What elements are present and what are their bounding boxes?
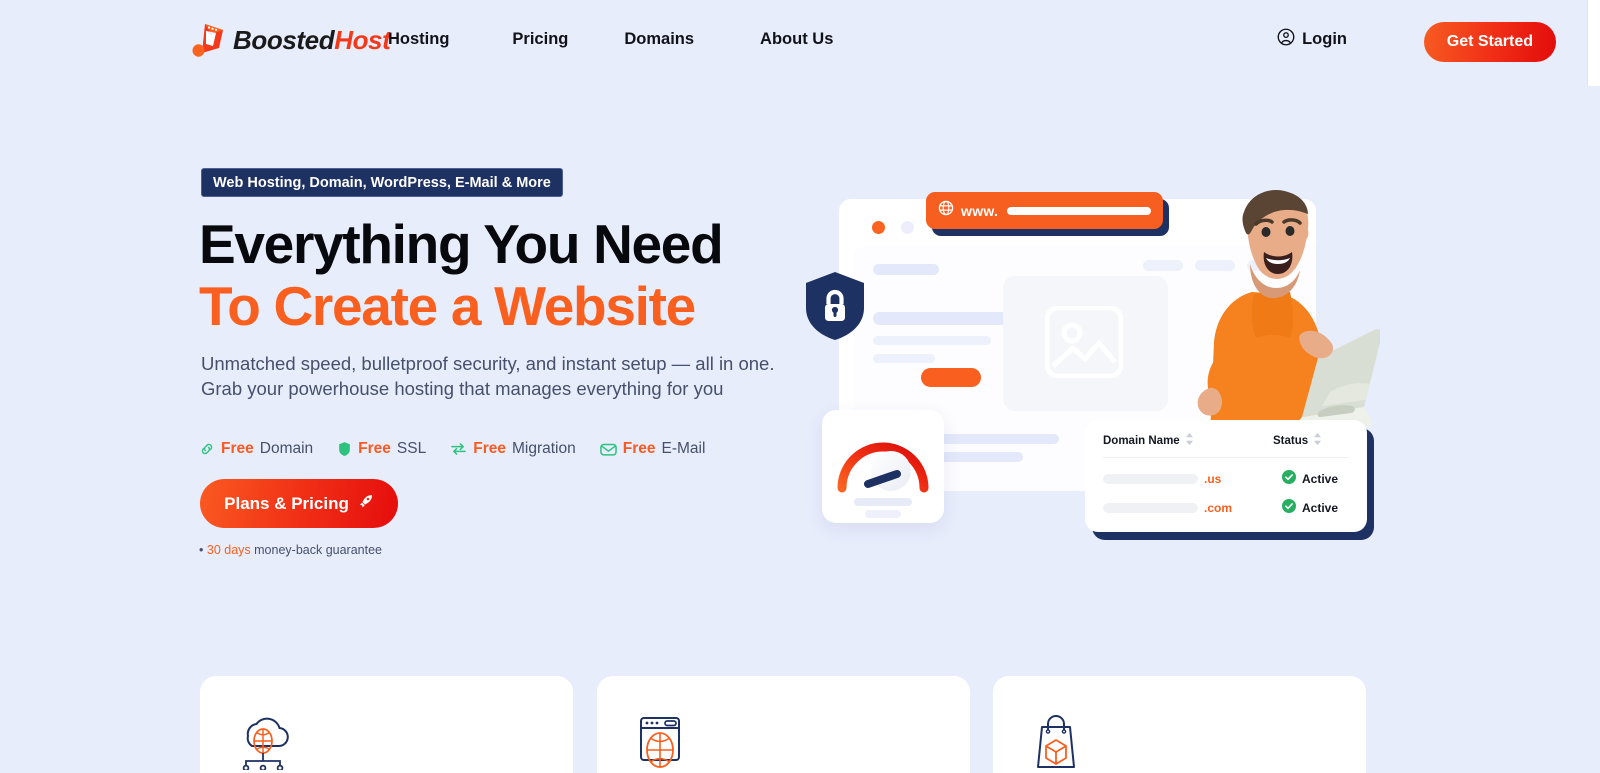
page-title-line2: To Create a Website [199, 275, 696, 338]
url-input-placeholder-bar [1007, 206, 1151, 215]
cloud-hosting-icon [232, 717, 294, 773]
freebie-ssl-label: SSL [396, 440, 427, 457]
shield-icon [337, 441, 352, 457]
plans-and-pricing-label: Plans & Pricing [224, 493, 349, 513]
scrollbar-track[interactable] [1587, 0, 1600, 773]
browser-globe-icon [629, 717, 691, 773]
logo[interactable]: BoostedHost [192, 22, 391, 58]
freebie-email: Free E-Mail [599, 440, 706, 458]
check-circle-icon [1282, 470, 1296, 487]
freebie-domain: Free Domain [199, 440, 313, 458]
user-circle-icon [1277, 28, 1295, 51]
column-header-domain-name[interactable]: Domain Name [1103, 433, 1221, 448]
domain-name-placeholder-bar [1103, 473, 1198, 484]
freebie-migration: Free Migration [450, 440, 576, 458]
status-label: Active [1302, 471, 1339, 486]
freebie-ssl: Free SSL [337, 440, 426, 458]
guarantee-days: 30 days [206, 543, 251, 557]
login-button[interactable]: Login [1277, 28, 1347, 51]
freebie-migration-label: Migration [511, 440, 576, 457]
hero-badge: Web Hosting, Domain, WordPress, E-Mail &… [201, 168, 563, 197]
nav-item-about-us[interactable]: About Us [760, 30, 833, 49]
freebie-email-label: E-Mail [661, 440, 706, 457]
url-prefix: www. [961, 202, 999, 219]
column-header-status[interactable]: Status [1273, 433, 1322, 448]
rocket-logo-icon [192, 22, 226, 58]
guarantee-text: money-back guarantee [254, 543, 382, 557]
column-header-domain-name-label: Domain Name [1103, 434, 1180, 447]
nav-item-domains[interactable]: Domains [624, 30, 694, 49]
plans-and-pricing-button[interactable]: Plans & Pricing [200, 479, 398, 528]
feature-card-hosting[interactable] [200, 676, 573, 773]
feature-card-domains[interactable] [597, 676, 970, 773]
shopping-bag-icon [1025, 715, 1087, 773]
logo-text: BoostedHost [233, 24, 391, 56]
domain-name-placeholder-bar [1103, 502, 1198, 513]
domain-tld: .us [1204, 471, 1222, 486]
guarantee-bullet: • [199, 543, 204, 557]
table-row: .us Active [1103, 470, 1349, 487]
window-dot-minimize [901, 221, 914, 234]
site-header: BoostedHost Hosting Pricing Domains Abou… [0, 0, 1586, 82]
freebie-email-free: Free [622, 440, 656, 457]
column-header-status-label: Status [1273, 434, 1309, 447]
freebie-domain-free: Free [221, 440, 254, 457]
status-badge: Active [1282, 470, 1338, 487]
feature-cards-row [0, 676, 1586, 773]
envelope-icon [599, 442, 617, 457]
freebie-domain-label: Domain [259, 440, 314, 457]
url-bar[interactable]: www. [926, 192, 1163, 229]
main-nav: Hosting Pricing Domains About Us [388, 30, 833, 49]
check-circle-icon [1282, 499, 1296, 516]
logo-text-boosted: Boosted [233, 24, 335, 55]
hero-subtitle: Unmatched speed, bulletproof security, a… [201, 353, 775, 399]
freebie-ssl-free: Free [358, 440, 391, 457]
globe-icon [938, 200, 954, 221]
status-label: Active [1302, 500, 1339, 515]
rocket-icon [357, 493, 374, 515]
table-row: .com Active [1103, 499, 1349, 516]
feature-card-ecommerce[interactable] [993, 676, 1366, 773]
nav-item-pricing[interactable]: Pricing [512, 30, 568, 49]
nav-item-hosting[interactable]: Hosting [388, 30, 449, 49]
sort-arrows-icon[interactable] [1314, 433, 1322, 448]
window-dot-close [872, 221, 885, 234]
sort-arrows-icon[interactable] [1185, 433, 1193, 448]
domain-table-card: Domain Name Status .us Active .com Activ… [1085, 420, 1367, 532]
domain-table-header: Domain Name Status [1103, 433, 1349, 458]
login-label: Login [1302, 30, 1347, 48]
shield-lock-icon [803, 270, 867, 342]
page-title: Everything You Need To Create a Website [199, 213, 724, 338]
domain-tld: .com [1204, 500, 1233, 515]
status-badge: Active [1282, 499, 1338, 516]
money-back-guarantee: • 30 days money-back guarantee [199, 543, 382, 557]
logo-text-host: Host [334, 24, 391, 55]
link-icon [199, 441, 215, 457]
scrollbar-thumb[interactable] [1587, 0, 1600, 86]
freebie-migration-free: Free [473, 440, 506, 457]
transfer-icon [450, 441, 467, 457]
speed-gauge-card [822, 410, 944, 523]
hero-freebies-list: Free Domain Free SSL Free Migration Free… [199, 440, 705, 458]
page-root: BoostedHost Hosting Pricing Domains Abou… [0, 0, 1600, 773]
page-title-line1: Everything You Need [199, 213, 724, 275]
hero-illustration: www. Domain Name Status .us Active .com … [795, 160, 1415, 560]
speedometer-icon [837, 442, 929, 493]
get-started-button[interactable]: Get Started [1423, 22, 1556, 62]
